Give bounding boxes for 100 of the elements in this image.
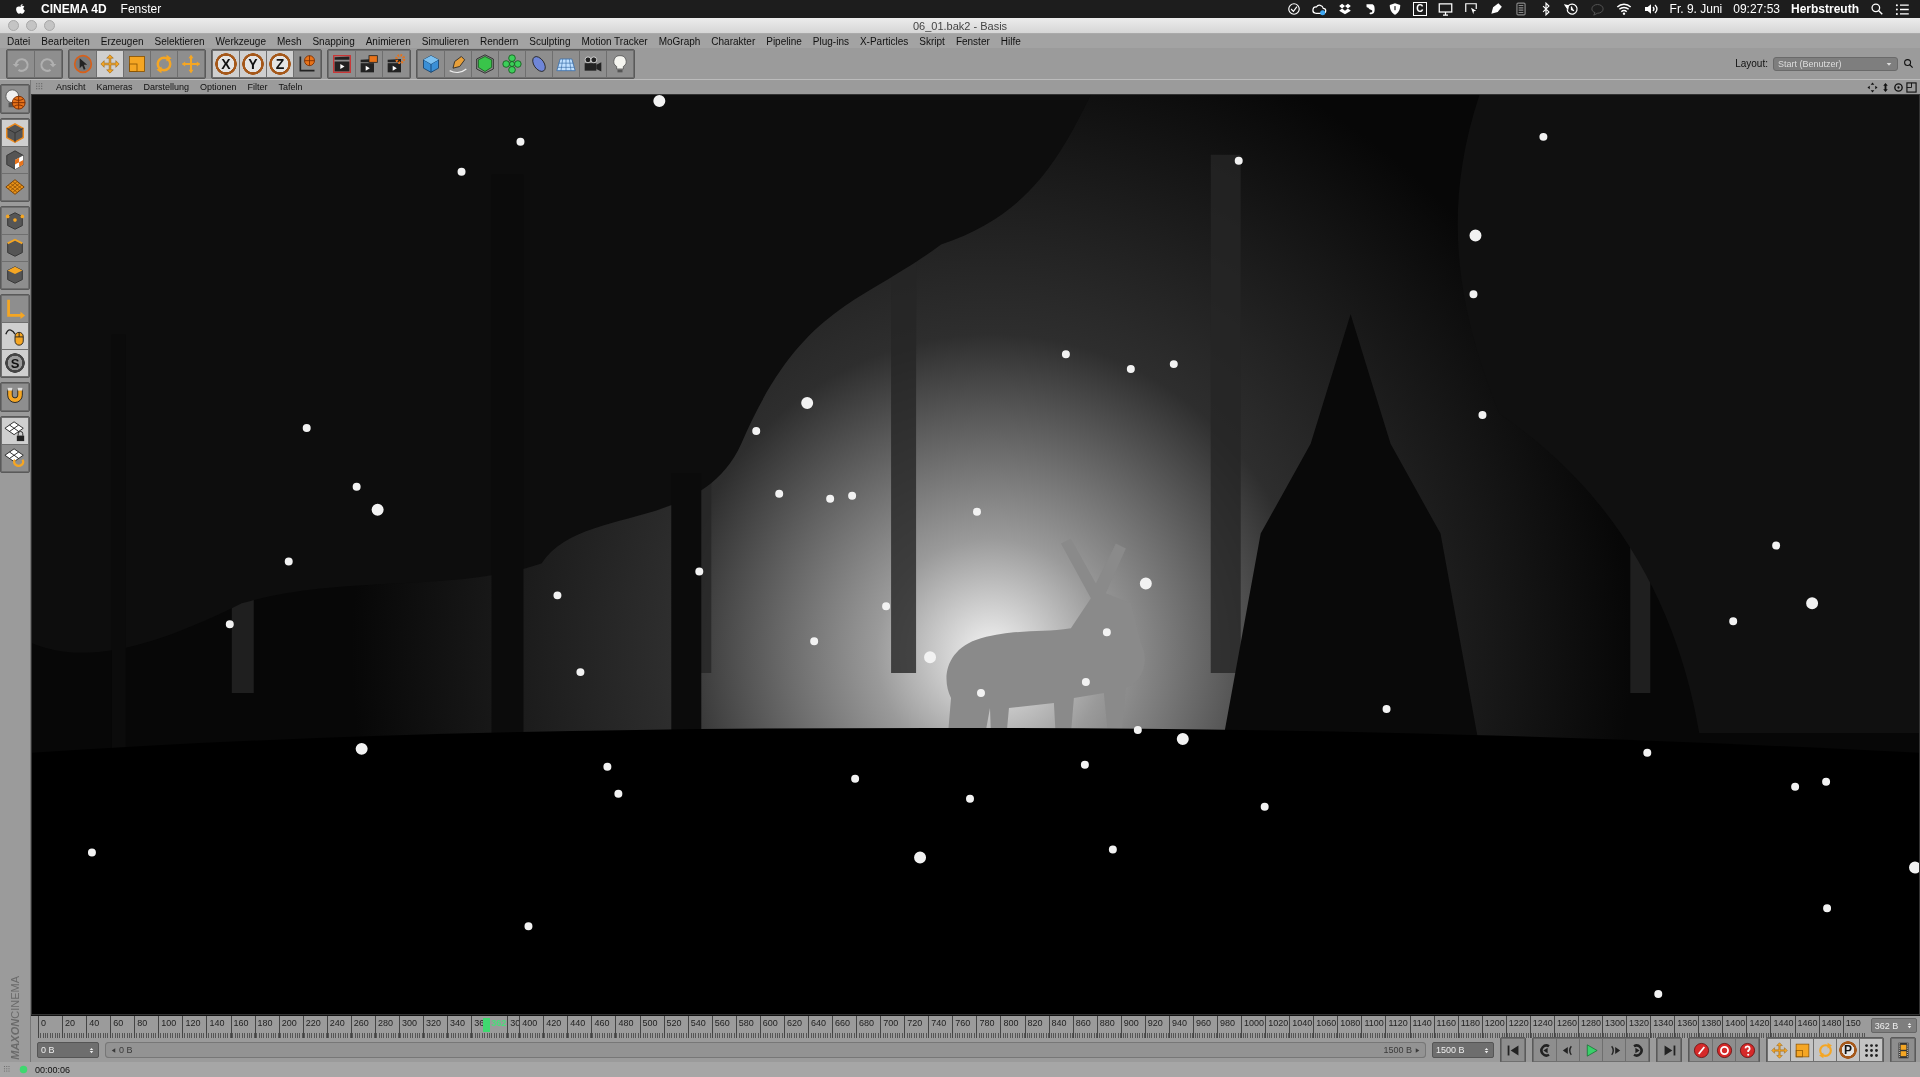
speech-bubble-icon — [1589, 1, 1605, 17]
menu-item[interactable]: Fenster — [120, 2, 162, 16]
tick-label: 1400 — [1725, 1018, 1746, 1028]
toolbar-button[interactable] — [70, 50, 96, 77]
toolbar-button[interactable] — [329, 50, 355, 77]
axis-button[interactable]: X — [213, 50, 239, 77]
menu-item[interactable]: Charakter — [711, 35, 756, 47]
mode-button[interactable] — [2, 418, 28, 444]
viewport-menu-item[interactable]: Ansicht — [56, 82, 86, 92]
tick-label: 1260 — [1556, 1018, 1577, 1028]
user-name[interactable]: Herbstreuth — [1791, 2, 1859, 16]
menu-item[interactable]: Motion Tracker — [581, 35, 648, 47]
pen-icon — [448, 53, 468, 74]
toolbar-button[interactable] — [418, 50, 444, 77]
menu-item[interactable]: MoGraph — [658, 35, 701, 47]
light-bulb-icon — [610, 53, 630, 74]
axis-button[interactable]: Y — [240, 50, 266, 77]
toolbar-button[interactable] — [383, 50, 409, 77]
tick-label: 1200 — [1484, 1018, 1505, 1028]
tick-label: 1180 — [1460, 1018, 1480, 1028]
mode-button[interactable] — [2, 147, 28, 173]
axis-button[interactable]: Z — [267, 50, 293, 77]
menu-item[interactable]: Selektieren — [154, 35, 205, 47]
tick-label: 800 — [1003, 1018, 1019, 1028]
cross-arrows-icon — [181, 53, 201, 74]
tick-label: 600 — [762, 1018, 778, 1028]
tick-label: 1220 — [1508, 1018, 1529, 1028]
toolbar-button[interactable] — [580, 50, 606, 77]
app-name[interactable]: CINEMA 4D — [41, 2, 107, 16]
menu-item[interactable]: Skript — [919, 35, 945, 47]
tick-label: 1420 — [1749, 1018, 1770, 1028]
tick-label: 1240 — [1532, 1018, 1553, 1028]
orbit-icon — [1893, 81, 1904, 93]
menu-item[interactable]: Snapping — [312, 35, 355, 47]
playback-button[interactable] — [1736, 1039, 1758, 1061]
tick-label: 980 — [1220, 1018, 1236, 1028]
menubar-date[interactable]: Fr. 9. Juni — [1669, 2, 1723, 16]
frame-range-slider[interactable]: 0 B 1500 B — [105, 1042, 1426, 1058]
menu-item[interactable]: X-Particles — [859, 35, 909, 47]
grip-icon — [35, 82, 45, 92]
tick-label: 760 — [955, 1018, 971, 1028]
tick-label: 940 — [1171, 1018, 1187, 1028]
tick-label: 1120 — [1388, 1018, 1408, 1028]
toolbar-button[interactable] — [553, 50, 579, 77]
tick-label: 560 — [714, 1018, 730, 1028]
tick-label: 900 — [1123, 1018, 1139, 1028]
menu-item[interactable]: Plug-ins — [812, 35, 849, 47]
viewport-menu-item[interactable]: Filter — [247, 82, 268, 92]
timeline-ruler[interactable] — [38, 1016, 1867, 1038]
toolbar-button[interactable] — [294, 50, 320, 77]
playback-button[interactable] — [1713, 1039, 1735, 1061]
viewport-menu-item[interactable]: Tafeln — [278, 82, 303, 92]
solo-button[interactable]: S — [2, 350, 28, 376]
tick-label: 400 — [522, 1018, 538, 1028]
menu-item[interactable]: Rendern — [480, 35, 519, 47]
cube-icon — [4, 122, 26, 144]
mode-button[interactable] — [2, 120, 28, 146]
menu-item[interactable]: Bearbeiten — [41, 35, 90, 47]
toolbar-button[interactable] — [472, 50, 498, 77]
menubar-time[interactable]: 09:27:53 — [1733, 2, 1780, 16]
window-icon — [1906, 81, 1917, 93]
menu-item[interactable]: Hilfe — [1000, 35, 1021, 47]
menu-item[interactable]: Werkzeuge — [215, 35, 266, 47]
apple-icon — [14, 2, 27, 16]
end-frame-field[interactable]: 1500 B — [1432, 1042, 1494, 1058]
current-frame-field[interactable]: 362 B — [1870, 1018, 1917, 1033]
playback-button[interactable] — [1626, 1039, 1648, 1061]
range-max-label: 1500 B — [1383, 1045, 1412, 1055]
playback-button[interactable] — [1534, 1039, 1556, 1061]
record-key-icon — [1692, 1041, 1710, 1059]
tick-label: 40 — [89, 1018, 100, 1028]
menu-item[interactable]: Simulieren — [421, 35, 469, 47]
auto-key-icon — [1715, 1041, 1733, 1059]
cube-edges-icon — [4, 237, 26, 259]
viewport-menu-item[interactable]: Darstellung — [143, 82, 190, 92]
tick-label: 660 — [835, 1018, 851, 1028]
toolbar-button[interactable] — [445, 50, 471, 77]
playback-button[interactable] — [1603, 1039, 1625, 1061]
toolbar-button[interactable] — [356, 50, 382, 77]
layout-label: Layout: — [1735, 58, 1768, 69]
tick-label: 1360 — [1677, 1018, 1698, 1028]
toolbar-button[interactable] — [607, 50, 633, 77]
menu-item[interactable]: Erzeugen — [100, 35, 144, 47]
search-icon — [1870, 2, 1884, 16]
viewport-menu-item[interactable]: Kameras — [96, 82, 133, 92]
menu-item[interactable]: Datei — [7, 35, 31, 47]
mode-button[interactable] — [2, 445, 28, 471]
playback-button[interactable] — [1690, 1039, 1712, 1061]
viewport-menu-item[interactable]: Optionen — [200, 82, 237, 92]
menu-item[interactable]: Fenster — [955, 35, 990, 47]
menu-item[interactable]: Pipeline — [766, 35, 802, 47]
menu-item[interactable]: Sculpting — [529, 35, 571, 47]
status-badge[interactable]: C — [1413, 2, 1427, 16]
playback-button[interactable] — [1557, 1039, 1579, 1061]
menu-item[interactable]: Mesh — [277, 35, 302, 47]
parameter-button[interactable]: P — [1837, 1039, 1859, 1061]
sphere-cluster-icon — [502, 53, 522, 74]
tick-label: 1280 — [1580, 1018, 1601, 1028]
menu-item[interactable]: Animieren — [365, 35, 411, 47]
start-frame-field[interactable]: 0 B — [37, 1042, 99, 1058]
